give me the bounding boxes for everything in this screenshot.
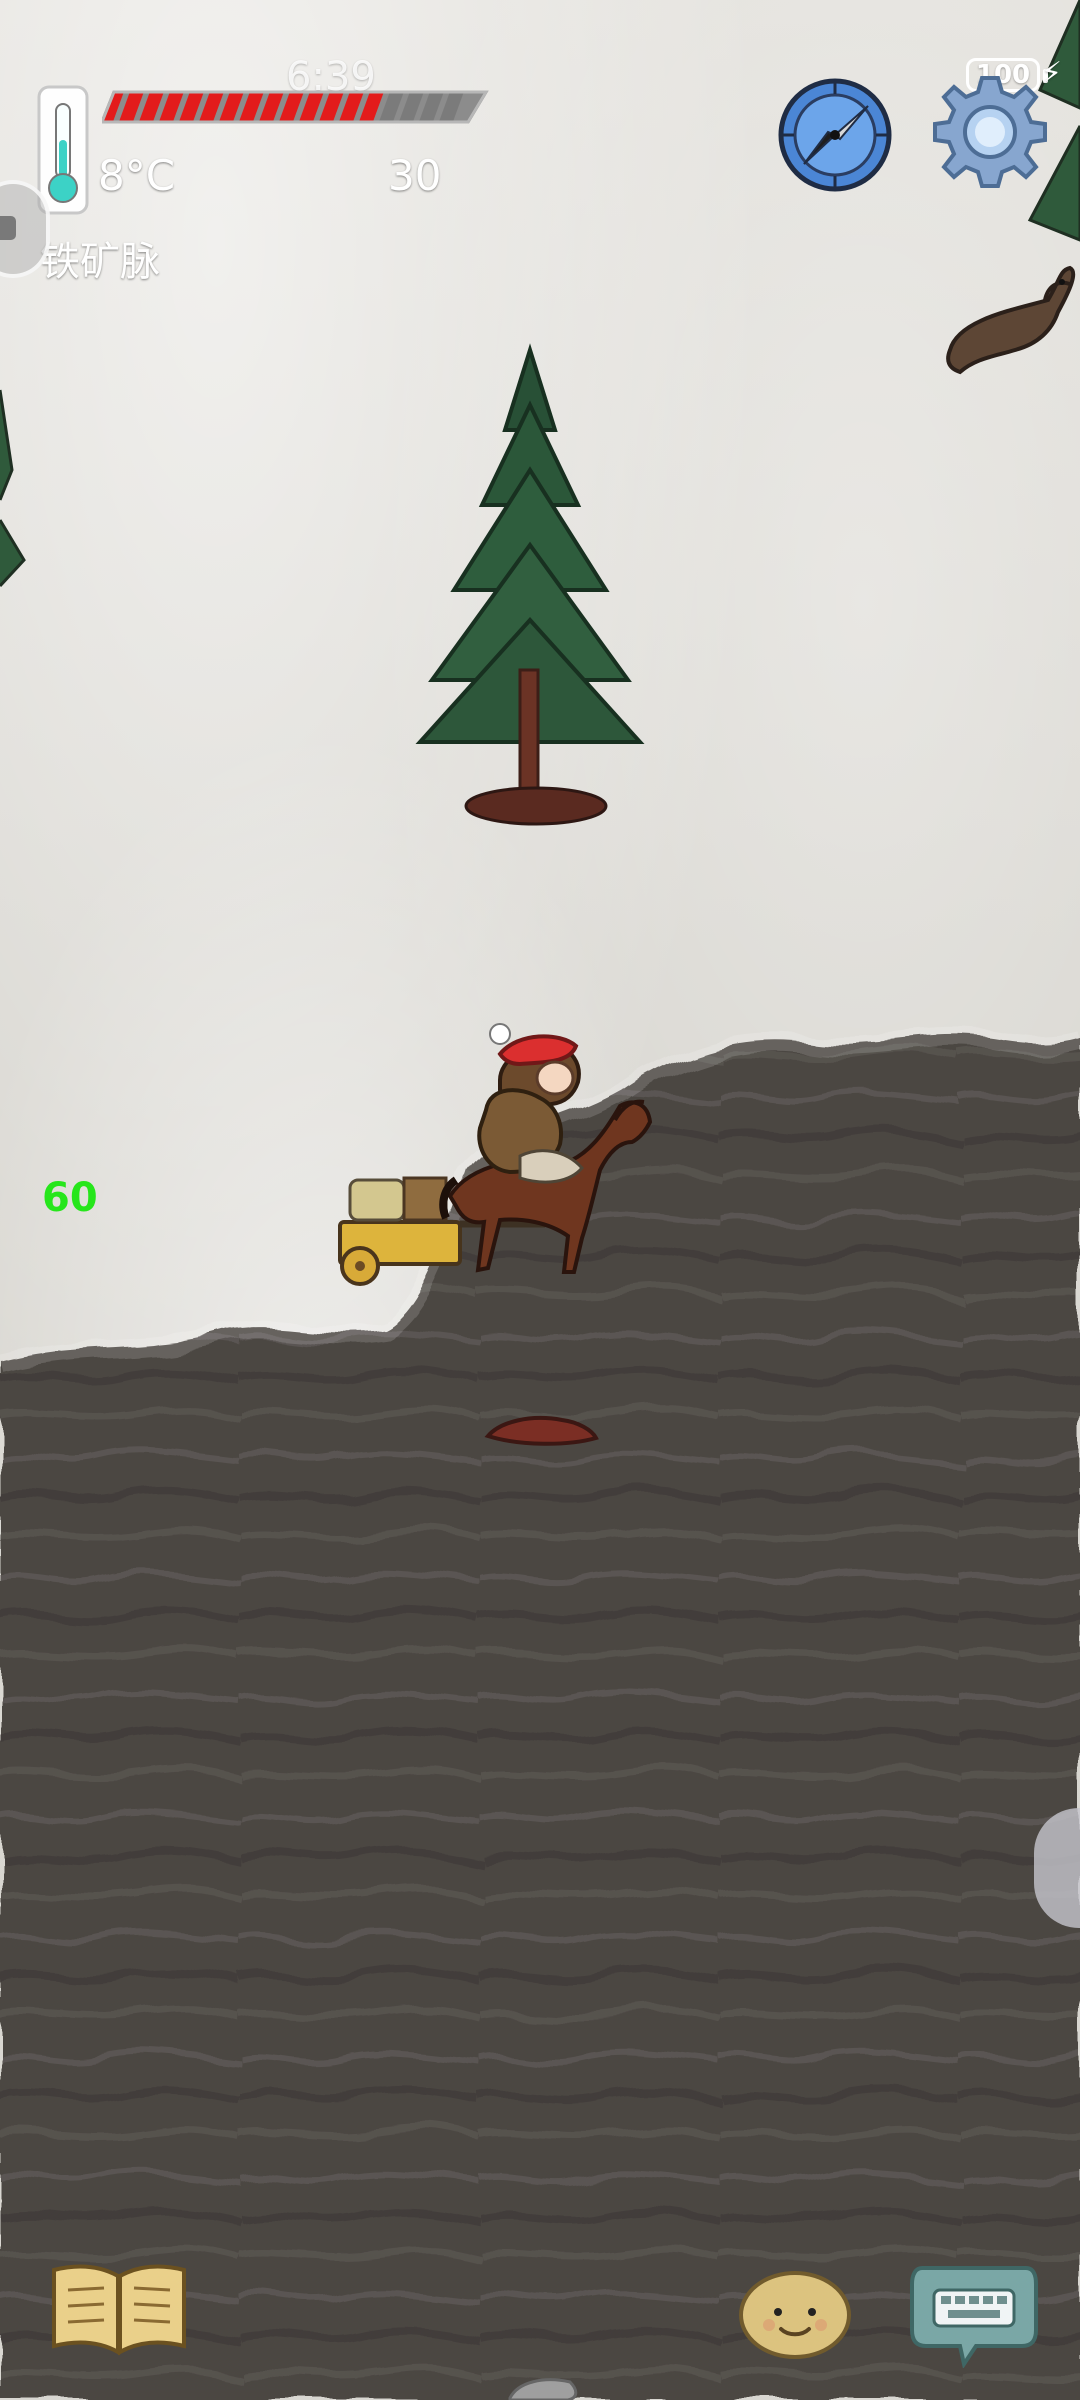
health-bar <box>102 90 489 124</box>
health-value: 30 <box>388 151 442 200</box>
game-world[interactable]: 6:39 100 ⚡ 8°C 30 铁矿脉 60 <box>0 0 1080 2400</box>
temperature-label: 8°C <box>98 151 176 200</box>
face-icon[interactable] <box>736 2266 854 2364</box>
seal-creature <box>946 265 1076 375</box>
terrain <box>0 0 1080 2400</box>
gear-icon[interactable] <box>926 68 1054 196</box>
map-icon[interactable] <box>0 180 50 278</box>
fps-counter: 60 <box>42 1175 98 1221</box>
ground-region <box>0 1036 1080 2400</box>
journal-icon[interactable] <box>44 2258 194 2360</box>
compass-icon[interactable] <box>776 76 894 194</box>
keyboard-icon[interactable] <box>908 2258 1040 2368</box>
left-tree-fragment <box>0 389 26 588</box>
rider <box>477 1023 584 1184</box>
pine-tree <box>415 343 645 826</box>
location-label: 铁矿脉 <box>40 239 160 285</box>
